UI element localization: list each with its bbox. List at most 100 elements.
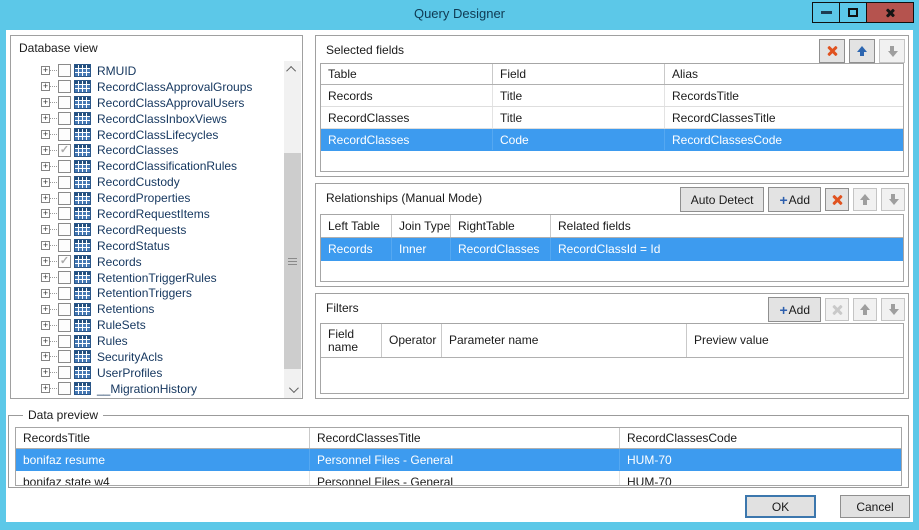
close-icon: [885, 8, 895, 18]
tree-item-records[interactable]: + ✓ Records: [13, 254, 281, 270]
tree-item-migrationhistory[interactable]: + __MigrationHistory: [13, 381, 281, 397]
tree-item-recordproperties[interactable]: + RecordProperties: [13, 190, 281, 206]
checkbox-checked[interactable]: ✓: [58, 144, 71, 157]
table-name: __MigrationHistory: [97, 382, 197, 396]
checkbox[interactable]: [58, 80, 71, 93]
expand-icon[interactable]: +: [41, 146, 50, 155]
expand-icon[interactable]: +: [41, 241, 50, 250]
field-row-selected[interactable]: RecordClasses Code RecordClassesCode: [321, 129, 903, 151]
tree-item-recordclassapprovalusers[interactable]: + RecordClassApprovalUsers: [13, 95, 281, 111]
ok-button[interactable]: OK: [745, 495, 816, 518]
expand-icon[interactable]: +: [41, 289, 50, 298]
add-filter-button[interactable]: +Add: [768, 297, 821, 322]
expand-icon[interactable]: +: [41, 98, 50, 107]
tree-item-recordclassapprovalgroups[interactable]: + RecordClassApprovalGroups: [13, 79, 281, 95]
tree-item-recordclassinboxviews[interactable]: + RecordClassInboxViews: [13, 111, 281, 127]
expand-icon[interactable]: +: [41, 305, 50, 314]
window-controls: [813, 2, 914, 23]
minimize-icon: [821, 11, 832, 14]
preview-row-selected[interactable]: bonifaz resume Personnel Files - General…: [16, 449, 901, 471]
expand-icon[interactable]: +: [41, 66, 50, 75]
close-button[interactable]: [866, 2, 914, 23]
expand-icon[interactable]: +: [41, 384, 50, 393]
table-icon: [74, 271, 91, 284]
checkbox[interactable]: [58, 223, 71, 236]
checkbox[interactable]: [58, 335, 71, 348]
expand-icon[interactable]: +: [41, 225, 50, 234]
field-row[interactable]: RecordClasses Title RecordClassesTitle: [321, 107, 903, 129]
tree-item-recordrequestitems[interactable]: + RecordRequestItems: [13, 206, 281, 222]
tree-item-recordclasslifecycles[interactable]: + RecordClassLifecycles: [13, 127, 281, 143]
cancel-button[interactable]: Cancel: [840, 495, 910, 518]
tree-connector: [50, 372, 57, 373]
checkbox[interactable]: [58, 319, 71, 332]
delete-field-button[interactable]: [819, 39, 845, 63]
checkbox[interactable]: [58, 64, 71, 77]
tree-item-retentiontriggerrules[interactable]: + RetentionTriggerRules: [13, 270, 281, 286]
field-row[interactable]: Records Title RecordsTitle: [321, 85, 903, 107]
expand-icon[interactable]: +: [41, 194, 50, 203]
table-name: RecordClasses: [97, 143, 178, 157]
relationship-row-selected[interactable]: Records Inner RecordClasses RecordClassI…: [321, 238, 903, 261]
tree-item-recordclasses[interactable]: + ✓ RecordClasses: [13, 142, 281, 158]
expand-icon[interactable]: +: [41, 337, 50, 346]
expand-icon[interactable]: +: [41, 82, 50, 91]
tree-item-rmuid[interactable]: + RMUID: [13, 63, 281, 79]
tree-item-recordstatus[interactable]: + RecordStatus: [13, 238, 281, 254]
move-field-up-button[interactable]: [849, 39, 875, 63]
checkbox[interactable]: [58, 303, 71, 316]
expand-icon[interactable]: +: [41, 130, 50, 139]
tree-item-recordclassificationrules[interactable]: + RecordClassificationRules: [13, 158, 281, 174]
tree-item-securityacls[interactable]: + SecurityAcls: [13, 349, 281, 365]
expand-icon[interactable]: +: [41, 352, 50, 361]
checkbox[interactable]: [58, 271, 71, 284]
table-icon: [74, 176, 91, 189]
expand-icon[interactable]: +: [41, 178, 50, 187]
window-title: Query Designer: [414, 6, 505, 21]
scroll-up-button[interactable]: [284, 61, 301, 78]
tree-scrollbar[interactable]: [284, 61, 301, 398]
tree-item-recordrequests[interactable]: + RecordRequests: [13, 222, 281, 238]
checkbox[interactable]: [58, 112, 71, 125]
delete-relationship-button[interactable]: [825, 188, 849, 211]
scroll-down-button[interactable]: [284, 381, 301, 398]
checkbox-checked[interactable]: ✓: [58, 255, 71, 268]
checkbox[interactable]: [58, 96, 71, 109]
tree-item-rules[interactable]: + Rules: [13, 333, 281, 349]
expand-icon[interactable]: +: [41, 162, 50, 171]
column-header-field-name: Field name: [321, 324, 382, 357]
checkbox[interactable]: [58, 160, 71, 173]
preview-row[interactable]: bonifaz state w4 Personnel Files - Gener…: [16, 471, 901, 486]
tree-item-recordcustody[interactable]: + RecordCustody: [13, 174, 281, 190]
tree-item-userprofiles[interactable]: + UserProfiles: [13, 365, 281, 381]
auto-detect-button[interactable]: Auto Detect: [680, 187, 765, 212]
add-relationship-button[interactable]: +Add: [768, 187, 821, 212]
table-name: SecurityAcls: [97, 350, 163, 364]
table-icon: [74, 207, 91, 220]
expand-icon[interactable]: +: [41, 273, 50, 282]
tree-item-rulesets[interactable]: + RuleSets: [13, 317, 281, 333]
expand-icon[interactable]: +: [41, 321, 50, 330]
checkbox[interactable]: [58, 192, 71, 205]
checkbox[interactable]: [58, 382, 71, 395]
plus-icon: +: [779, 193, 787, 207]
checkbox[interactable]: [58, 176, 71, 189]
expand-icon[interactable]: +: [41, 257, 50, 266]
checkbox[interactable]: [58, 366, 71, 379]
cell-records-title: bonifaz resume: [16, 449, 310, 470]
checkbox[interactable]: [58, 239, 71, 252]
tree-item-retentiontriggers[interactable]: + RetentionTriggers: [13, 285, 281, 301]
tree-item-retentions[interactable]: + Retentions: [13, 301, 281, 317]
expand-icon[interactable]: +: [41, 368, 50, 377]
table-name: RMUID: [97, 64, 136, 78]
expand-icon[interactable]: +: [41, 114, 50, 123]
table-icon: [74, 350, 91, 363]
minimize-button[interactable]: [812, 2, 840, 23]
maximize-button[interactable]: [839, 2, 867, 23]
checkbox[interactable]: [58, 207, 71, 220]
checkbox[interactable]: [58, 350, 71, 363]
expand-icon[interactable]: +: [41, 209, 50, 218]
scrollbar-thumb[interactable]: [284, 153, 301, 369]
checkbox[interactable]: [58, 128, 71, 141]
checkbox[interactable]: [58, 287, 71, 300]
